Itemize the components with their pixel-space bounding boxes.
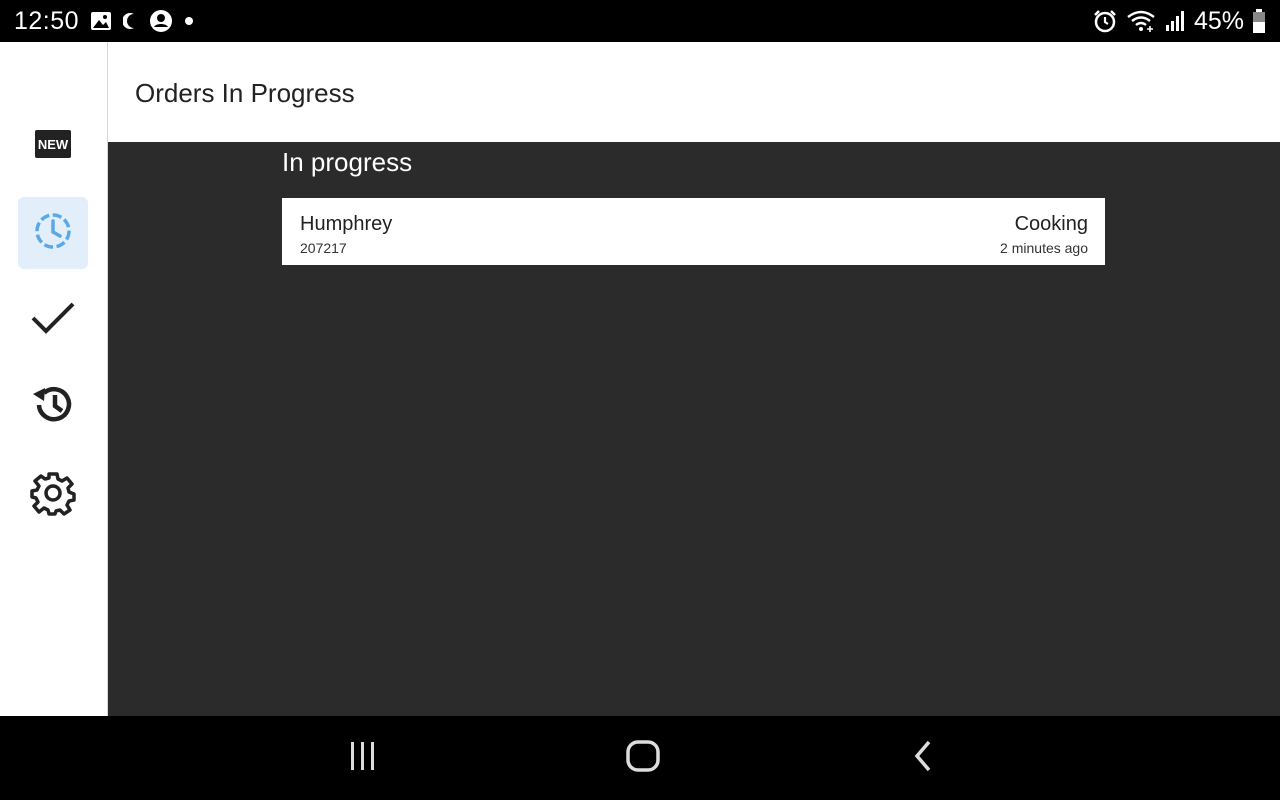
system-navigation-bar	[0, 716, 1280, 800]
wifi-icon	[1126, 9, 1156, 33]
nav-item-in-progress[interactable]	[18, 197, 88, 269]
section-heading: In progress	[282, 147, 413, 177]
nav-item-settings[interactable]	[18, 459, 88, 531]
history-icon	[30, 382, 76, 433]
order-status: Cooking	[1014, 213, 1088, 235]
page-title: Orders In Progress	[135, 78, 355, 108]
recents-button[interactable]	[333, 736, 393, 780]
header: Orders In Progress	[108, 42, 1280, 142]
check-icon	[30, 298, 76, 343]
order-time-ago: 2 minutes ago	[1000, 240, 1088, 256]
order-card[interactable]: Humphrey 207217 Cooking 2 minutes ago	[282, 198, 1105, 265]
battery-percent: 45%	[1193, 6, 1244, 35]
clock-icon	[33, 211, 73, 256]
moon-icon	[123, 11, 139, 31]
svg-text:NEW: NEW	[38, 137, 69, 152]
image-icon	[89, 10, 113, 32]
status-left: 12:50	[14, 0, 195, 42]
main-content: In progress Humphrey 207217 Cooking 2 mi…	[108, 142, 1280, 716]
status-time: 12:50	[14, 6, 80, 35]
home-button[interactable]	[613, 736, 673, 780]
nav-item-new-orders[interactable]: NEW	[18, 110, 88, 182]
account-icon	[149, 9, 173, 33]
order-customer-name: Humphrey	[300, 213, 393, 235]
new-icon: NEW	[34, 129, 72, 164]
signal-icon	[1164, 9, 1186, 33]
status-right: 45%	[1092, 0, 1266, 42]
status-bar: 12:50 45%	[0, 0, 1280, 42]
recents-icon	[348, 741, 378, 776]
nav-item-completed[interactable]	[18, 284, 88, 356]
dot-icon	[183, 15, 195, 27]
alarm-icon	[1092, 8, 1118, 34]
gear-icon	[30, 470, 76, 521]
nav-item-history[interactable]	[18, 371, 88, 443]
app-window: NEW Orders In Progress In progress Humph…	[0, 42, 1280, 716]
battery-icon	[1252, 8, 1266, 34]
back-icon	[911, 740, 935, 777]
order-number: 207217	[300, 240, 347, 256]
home-icon	[626, 739, 660, 777]
back-button[interactable]	[893, 736, 953, 780]
sidebar: NEW	[0, 42, 108, 716]
